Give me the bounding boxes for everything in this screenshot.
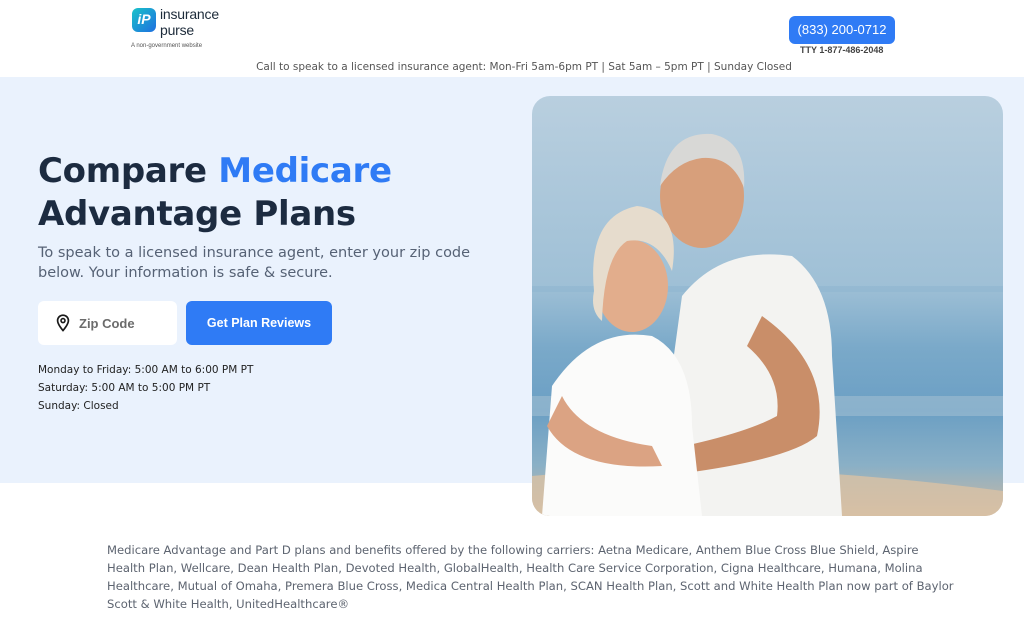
get-plan-reviews-button[interactable]: Get Plan Reviews (186, 301, 332, 345)
page-title: Compare Medicare Advantage Plans (38, 150, 392, 236)
zip-code-input[interactable] (79, 315, 174, 331)
zip-code-field[interactable] (38, 301, 177, 345)
agent-schedule: Monday to Friday: 5:00 AM to 6:00 PM PT … (38, 361, 253, 415)
schedule-weekdays: Monday to Friday: 5:00 AM to 6:00 PM PT (38, 364, 254, 376)
logo-tagline: A non-government website (131, 43, 203, 49)
hero-photo-illustration (532, 133, 1003, 516)
phone-call-button[interactable]: (833) 200-0712 (789, 16, 895, 44)
site-header: iP insurance purse A non-government webs… (0, 0, 1024, 77)
tty-number[interactable]: TTY 1-877-486-2048 (800, 45, 883, 55)
hero-photo-senior-couple (532, 96, 1003, 516)
schedule-saturday: Saturday: 5:00 AM to 5:00 PM PT (38, 382, 211, 394)
hero-subtitle: To speak to a licensed insurance agent, … (38, 245, 471, 281)
logo-text: insurance purse A non-government website (131, 6, 219, 49)
insurance-purse-logo-icon: iP (132, 8, 156, 32)
title-prefix: Compare (38, 151, 219, 191)
agent-hours-banner: Call to speak to a licensed insurance ag… (256, 61, 792, 73)
logo-name-line2: purse (160, 22, 195, 38)
site-logo[interactable]: iP insurance purse A non-government webs… (131, 6, 219, 49)
carriers-disclaimer: Medicare Advantage and Part D plans and … (107, 543, 954, 611)
schedule-sunday: Sunday: Closed (38, 400, 119, 412)
title-line2: Advantage Plans (38, 194, 356, 234)
title-accent: Medicare (218, 151, 392, 191)
logo-name-line1: insurance (160, 6, 219, 22)
location-pin-icon (56, 314, 70, 332)
